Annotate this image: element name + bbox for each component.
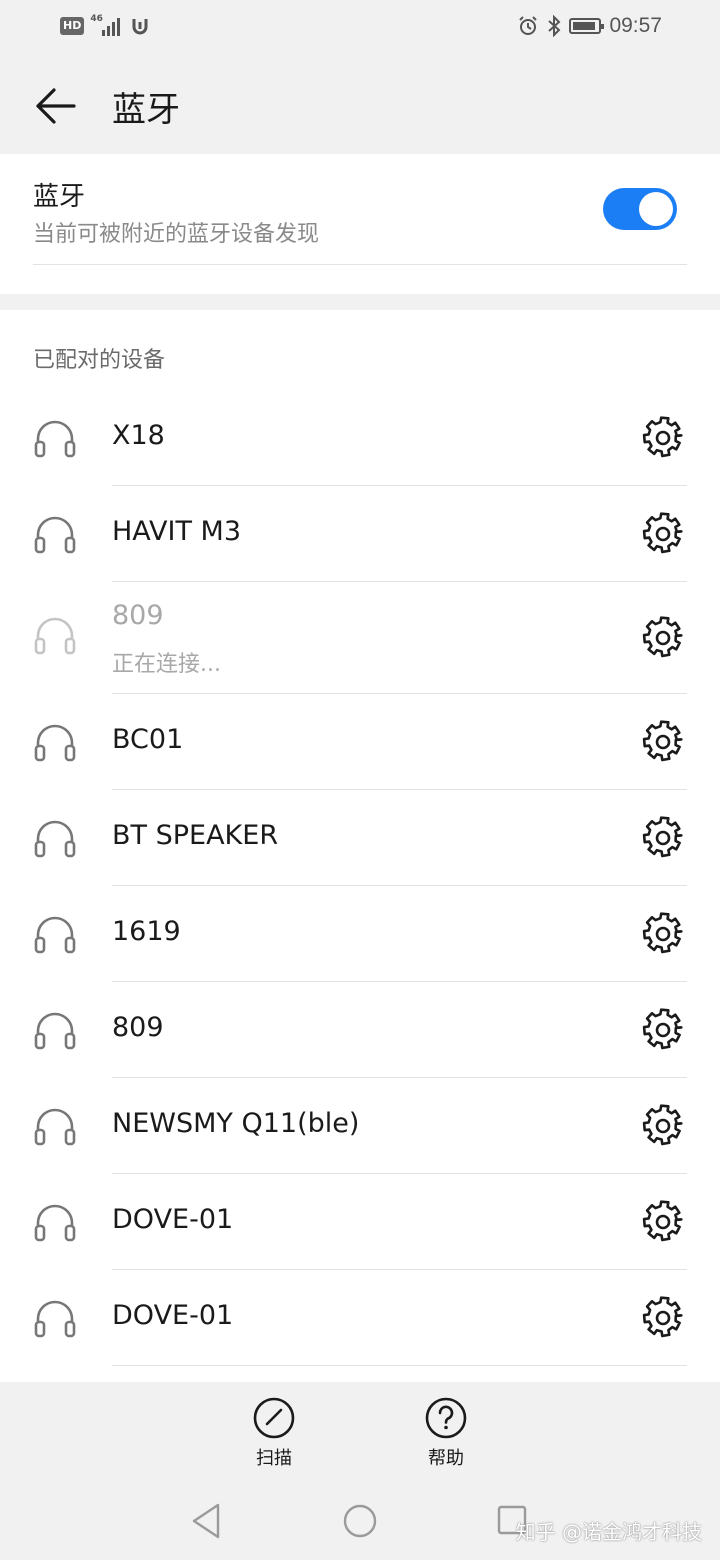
status-right: 09:57	[517, 14, 662, 38]
bottom-action-bar: 扫描 帮助	[0, 1382, 720, 1482]
help-label: 帮助	[428, 1448, 464, 1469]
alarm-icon	[519, 16, 538, 35]
scan-icon	[253, 1397, 295, 1439]
device-row[interactable]: X18	[0, 390, 720, 486]
headphone-icon	[34, 1012, 76, 1050]
settings-gear-icon[interactable]	[641, 816, 685, 860]
nav-back-button[interactable]	[190, 1502, 222, 1540]
bluetooth-toggle-card: 蓝牙 当前可被附近的蓝牙设备发现	[0, 154, 720, 294]
headphone-icon	[34, 1204, 76, 1242]
device-name: DOVE-01	[112, 1204, 234, 1235]
page-title: 蓝牙	[112, 90, 180, 130]
app-header: 蓝牙	[0, 56, 720, 154]
clock: 09:57	[609, 14, 662, 37]
settings-gear-icon[interactable]	[641, 720, 685, 764]
settings-gear-icon[interactable]	[641, 1008, 685, 1052]
device-name: NEWSMY Q11(ble)	[112, 1108, 360, 1139]
network-type-label: 46	[90, 14, 103, 24]
device-name: BC01	[112, 724, 184, 755]
toggle-knob	[639, 192, 673, 226]
device-name: HAVIT M3	[112, 516, 242, 547]
device-row[interactable]: DOVE-01	[0, 1270, 720, 1366]
paired-devices-title: 已配对的设备	[33, 348, 166, 373]
device-row[interactable]: HAVIT M3	[0, 486, 720, 582]
headphone-icon	[34, 1300, 76, 1338]
device-row[interactable]: 1619	[0, 886, 720, 982]
headphone-icon	[34, 1108, 76, 1146]
device-name: DOVE-01	[112, 1300, 234, 1331]
headphone-icon	[34, 516, 76, 554]
device-row-connecting[interactable]: 809 正在连接...	[0, 582, 720, 694]
headphone-icon	[34, 420, 76, 458]
back-button[interactable]	[34, 86, 76, 126]
notification-app-icon	[132, 19, 148, 35]
device-name: 809	[112, 1012, 164, 1043]
divider	[33, 264, 687, 265]
device-name: 809	[112, 600, 164, 631]
watermark: 知乎 @诺金鸿才科技	[515, 1520, 702, 1544]
device-name: X18	[112, 420, 165, 451]
scan-button[interactable]: 扫描	[224, 1396, 324, 1470]
connection-status: 正在连接...	[112, 652, 221, 677]
paired-devices-list: X18 HAVIT M3 809 正在连接... BC01 BT SPEAKER	[0, 390, 720, 1366]
device-name: BT SPEAKER	[112, 820, 279, 851]
settings-gear-icon[interactable]	[641, 912, 685, 956]
help-icon	[425, 1397, 467, 1439]
battery-icon	[569, 18, 605, 34]
device-row[interactable]: 809	[0, 982, 720, 1078]
bluetooth-label: 蓝牙	[33, 182, 86, 212]
scan-label: 扫描	[256, 1448, 292, 1469]
settings-gear-icon[interactable]	[641, 1200, 685, 1244]
help-button[interactable]: 帮助	[396, 1396, 496, 1470]
settings-gear-icon[interactable]	[641, 416, 685, 460]
headphone-icon	[34, 820, 76, 858]
headphone-icon	[34, 724, 76, 762]
nav-home-button[interactable]	[342, 1502, 378, 1540]
device-row[interactable]: BC01	[0, 694, 720, 790]
settings-gear-icon[interactable]	[641, 512, 685, 556]
device-row[interactable]: BT SPEAKER	[0, 790, 720, 886]
paired-devices-card: 已配对的设备 X18 HAVIT M3 809 正在连接... BC01 BT …	[0, 310, 720, 1382]
bluetooth-toggle[interactable]	[603, 188, 677, 230]
settings-gear-icon[interactable]	[641, 1104, 685, 1148]
headphone-icon	[34, 617, 76, 655]
device-row[interactable]: DOVE-01	[0, 1174, 720, 1270]
bluetooth-status-icon	[548, 15, 561, 37]
signal-icon: 46	[90, 14, 124, 38]
arrow-left-icon	[36, 88, 76, 124]
system-nav-bar: 知乎 @诺金鸿才科技	[0, 1482, 720, 1560]
hd-badge: HD	[60, 17, 85, 35]
status-left: HD 46	[60, 14, 150, 38]
settings-gear-icon[interactable]	[641, 1296, 685, 1340]
row-divider	[112, 1365, 687, 1366]
status-bar: HD 46 09:57	[0, 0, 720, 56]
device-row[interactable]: NEWSMY Q11(ble)	[0, 1078, 720, 1174]
headphone-icon	[34, 916, 76, 954]
settings-gear-icon[interactable]	[641, 616, 685, 660]
bluetooth-visibility-text: 当前可被附近的蓝牙设备发现	[33, 222, 320, 247]
device-name: 1619	[112, 916, 181, 947]
